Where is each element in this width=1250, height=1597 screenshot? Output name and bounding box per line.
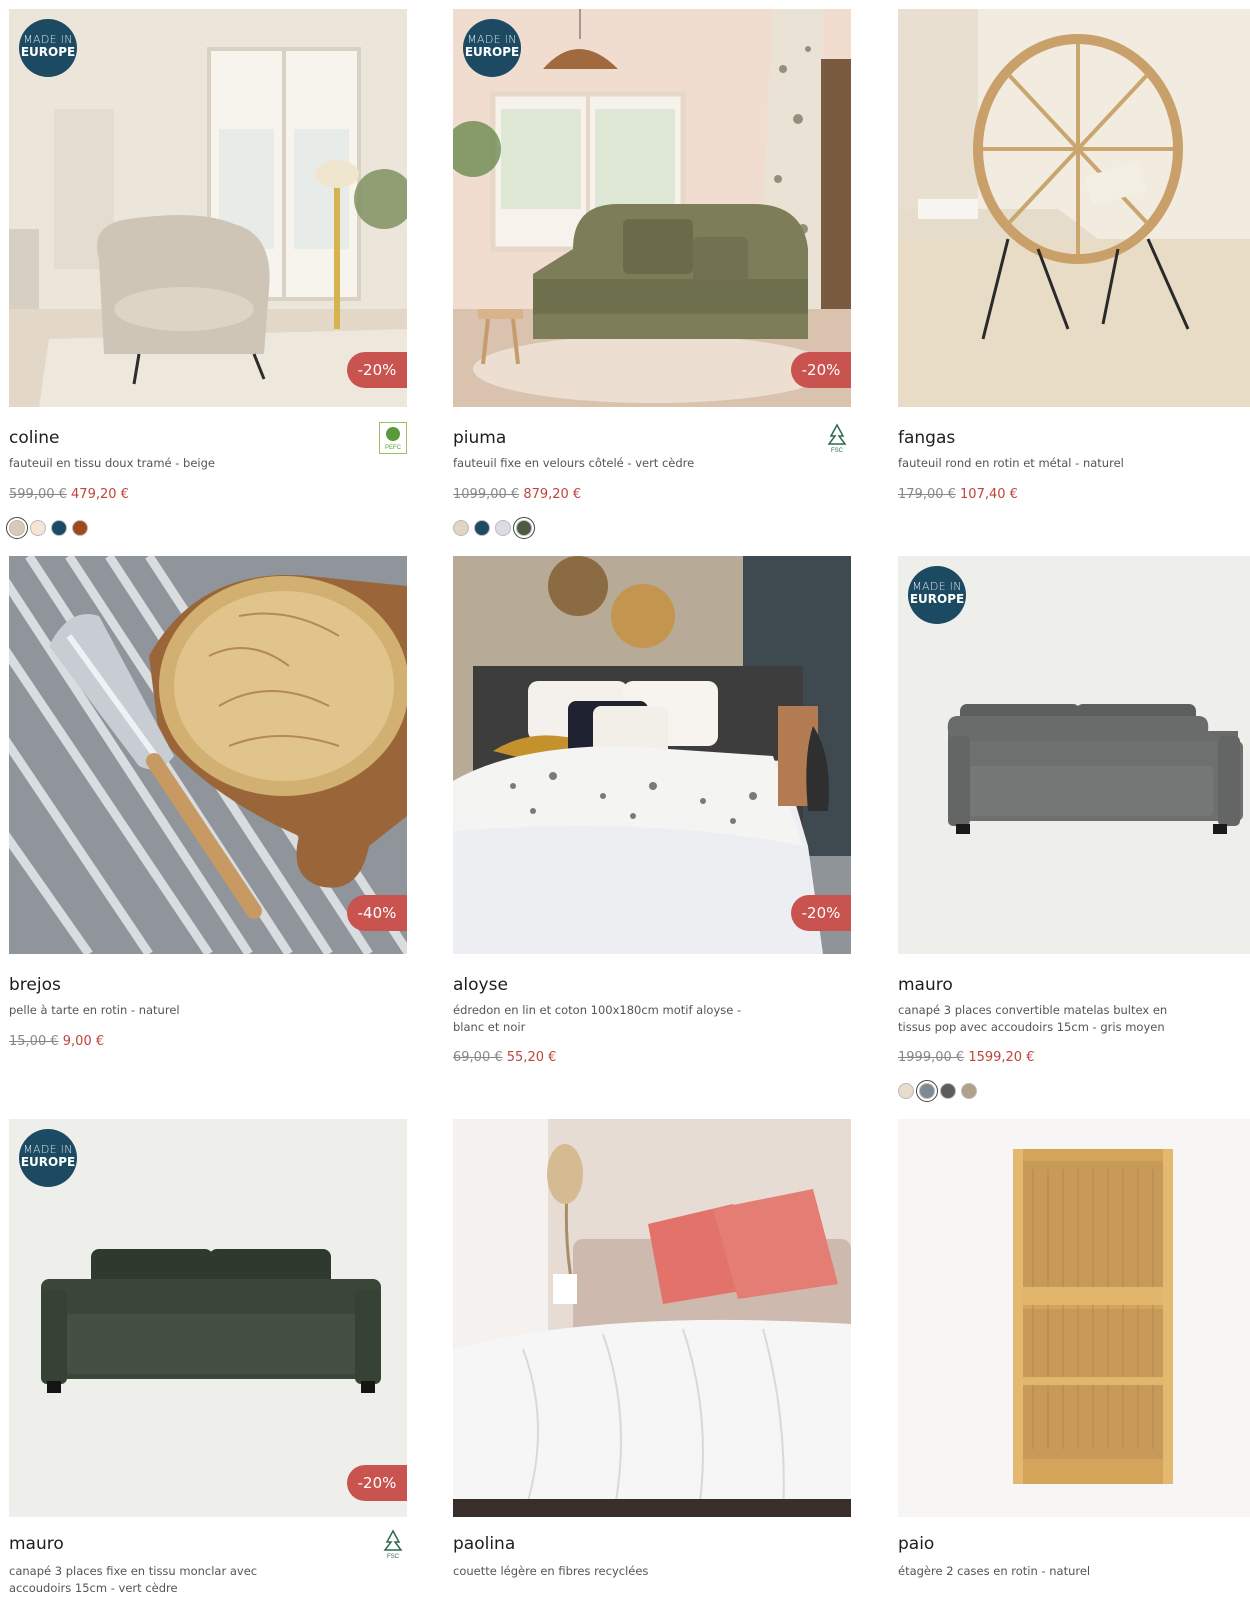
product-name[interactable]: mauro bbox=[9, 1534, 64, 1554]
sale-price: 55,20 € bbox=[506, 1050, 557, 1065]
product-image[interactable]: MADE IN EUROPE bbox=[898, 556, 1250, 954]
product-name[interactable]: mauro bbox=[898, 975, 953, 995]
color-swatch[interactable] bbox=[940, 1083, 956, 1099]
fsc-icon: FSC bbox=[823, 422, 851, 454]
color-swatch[interactable] bbox=[6, 517, 28, 539]
discount-badge: -20% bbox=[791, 895, 851, 931]
sale-price: 1599,20 € bbox=[968, 1050, 1035, 1065]
svg-text:FSC: FSC bbox=[387, 1554, 400, 1560]
product-name[interactable]: fangas bbox=[898, 428, 955, 448]
price: 1099,00 € 879,20 € bbox=[453, 487, 581, 502]
product-description: fauteuil rond en rotin et métal - nature… bbox=[898, 456, 1124, 470]
discount-badge: -20% bbox=[347, 352, 407, 388]
color-swatch[interactable] bbox=[513, 517, 535, 539]
price: 1999,00 € 1599,20 € bbox=[898, 1050, 1034, 1065]
color-swatch[interactable] bbox=[898, 1083, 914, 1099]
price: 179,00 € 107,40 € bbox=[898, 487, 1018, 502]
fsc-icon: FSC bbox=[379, 1528, 407, 1560]
old-price: 69,00 € bbox=[453, 1050, 503, 1065]
color-swatch[interactable] bbox=[72, 520, 88, 536]
product-description: édredon en lin et coton 100x180cm motif … bbox=[453, 1003, 742, 1034]
sale-price: 107,40 € bbox=[960, 487, 1018, 502]
color-swatch[interactable] bbox=[961, 1083, 977, 1099]
product-image[interactable]: -40% bbox=[9, 556, 407, 954]
old-price: 1999,00 € bbox=[898, 1050, 965, 1065]
old-price: 599,00 € bbox=[9, 487, 67, 502]
made-in-europe-badge: MADE IN EUROPE bbox=[19, 1129, 77, 1187]
product-description: canapé 3 places convertible matelas bult… bbox=[898, 1003, 1168, 1034]
color-swatch[interactable] bbox=[916, 1080, 938, 1102]
product-description: fauteuil en tissu doux tramé - beige bbox=[9, 456, 216, 470]
product-description: étagère 2 cases en rotin - naturel bbox=[898, 1564, 1091, 1578]
product-name[interactable]: piuma bbox=[453, 428, 506, 448]
product-name[interactable]: brejos bbox=[9, 975, 61, 995]
color-swatch[interactable] bbox=[30, 520, 46, 536]
product-name[interactable]: aloyse bbox=[453, 975, 508, 995]
old-price: 179,00 € bbox=[898, 487, 956, 502]
discount-badge: -20% bbox=[347, 1465, 407, 1501]
made-in-europe-badge: MADE IN EUROPE bbox=[908, 566, 966, 624]
color-swatch[interactable] bbox=[474, 520, 490, 536]
discount-badge: -40% bbox=[347, 895, 407, 931]
color-swatches bbox=[6, 517, 88, 539]
product-description: canapé 3 places fixe en tissu monclar av… bbox=[9, 1564, 258, 1595]
color-swatches bbox=[453, 517, 535, 539]
old-price: 1099,00 € bbox=[453, 487, 520, 502]
svg-text:FSC: FSC bbox=[831, 448, 844, 454]
product-description: couette légère en fibres recyclées bbox=[453, 1564, 649, 1578]
color-swatch[interactable] bbox=[51, 520, 67, 536]
product-name[interactable]: paolina bbox=[453, 1534, 515, 1554]
made-in-europe-badge: MADE IN EUROPE bbox=[463, 19, 521, 77]
product-image[interactable]: MADE IN EUROPE -20% bbox=[9, 9, 407, 407]
discount-badge: -20% bbox=[791, 352, 851, 388]
old-price: 15,00 € bbox=[9, 1034, 59, 1049]
svg-text:PEFC: PEFC bbox=[385, 445, 402, 451]
product-image[interactable]: -20% bbox=[453, 556, 851, 954]
product-description: fauteuil fixe en velours côtelé - vert c… bbox=[453, 456, 695, 470]
product-name[interactable]: paio bbox=[898, 1534, 934, 1554]
color-swatches bbox=[898, 1080, 977, 1102]
sale-price: 9,00 € bbox=[62, 1034, 105, 1049]
product-image[interactable] bbox=[898, 9, 1250, 407]
product-image[interactable]: MADE IN EUROPE -20% bbox=[9, 1119, 407, 1517]
made-in-europe-badge: MADE IN EUROPE bbox=[19, 19, 77, 77]
pefc-icon: PEFC bbox=[379, 422, 407, 454]
product-name[interactable]: coline bbox=[9, 428, 59, 448]
product-image[interactable]: MADE IN EUROPE -20% bbox=[453, 9, 851, 407]
color-swatch[interactable] bbox=[495, 520, 511, 536]
product-image[interactable] bbox=[898, 1119, 1250, 1517]
price: 15,00 € 9,00 € bbox=[9, 1034, 104, 1049]
color-swatch[interactable] bbox=[453, 520, 469, 536]
product-image[interactable] bbox=[453, 1119, 851, 1517]
price: 69,00 € 55,20 € bbox=[453, 1050, 556, 1065]
sale-price: 479,20 € bbox=[71, 487, 129, 502]
price: 599,00 € 479,20 € bbox=[9, 487, 129, 502]
sale-price: 879,20 € bbox=[523, 487, 582, 502]
product-description: pelle à tarte en rotin - naturel bbox=[9, 1003, 180, 1017]
